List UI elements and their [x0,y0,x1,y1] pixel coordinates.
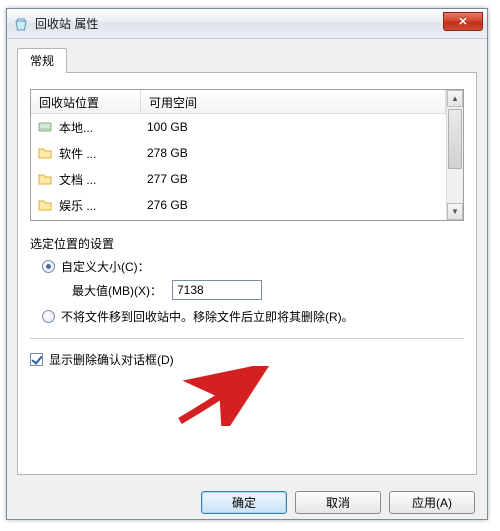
properties-window: 回收站 属性 ✕ 常规 回收站位置 可用空间 本地... [6,8,488,520]
list-item[interactable]: 娱乐 ... 276 GB [31,192,446,218]
disk-icon [35,117,55,137]
radio-custom-size[interactable] [42,260,55,273]
window-title: 回收站 属性 [35,15,98,32]
radio-dont-move[interactable] [42,310,55,323]
list-item[interactable]: 文档 ... 277 GB [31,166,446,192]
titlebar[interactable]: 回收站 属性 ✕ [7,9,487,39]
folder-icon [35,169,55,189]
close-icon: ✕ [458,15,467,28]
divider [30,338,464,339]
scrollbar[interactable]: ▲ ▼ [446,90,463,220]
tab-general[interactable]: 常规 [17,48,67,73]
apply-button[interactable]: 应用(A) [389,491,475,514]
list-item[interactable]: 软件 ... 278 GB [31,140,446,166]
drive-list[interactable]: 回收站位置 可用空间 本地... 100 GB [30,89,464,221]
ok-button[interactable]: 确定 [201,491,287,514]
section-label: 选定位置的设置 [30,235,464,252]
recycle-bin-icon [13,16,29,32]
list-item[interactable]: 本地... 100 GB [31,114,446,140]
radio-dont-move-label: 不将文件移到回收站中。移除文件后立即将其删除(R)。 [61,308,354,326]
dialog-buttons: 确定 取消 应用(A) [7,483,487,514]
tab-strip: 常规 [17,47,477,73]
folder-icon [35,195,55,215]
folder-icon [35,143,55,163]
list-header: 回收站位置 可用空间 [31,90,446,114]
scroll-down-icon[interactable]: ▼ [447,203,463,220]
max-size-input[interactable] [172,280,262,300]
cancel-button[interactable]: 取消 [295,491,381,514]
tab-content: 回收站位置 可用空间 本地... 100 GB [17,73,477,475]
max-size-label: 最大值(MB)(X)： [72,282,162,299]
annotation-arrow-icon [172,366,272,426]
close-button[interactable]: ✕ [443,12,483,31]
checkbox-confirm-delete[interactable] [30,353,43,366]
checkbox-confirm-delete-label: 显示删除确认对话框(D) [49,351,174,368]
scroll-up-icon[interactable]: ▲ [447,90,463,107]
scroll-thumb[interactable] [448,109,462,169]
col-space[interactable]: 可用空间 [141,90,446,113]
tab-label: 常规 [30,54,54,68]
radio-custom-size-label: 自定义大小(C)： [61,258,150,276]
col-location[interactable]: 回收站位置 [31,90,141,113]
scroll-track[interactable] [447,107,463,203]
